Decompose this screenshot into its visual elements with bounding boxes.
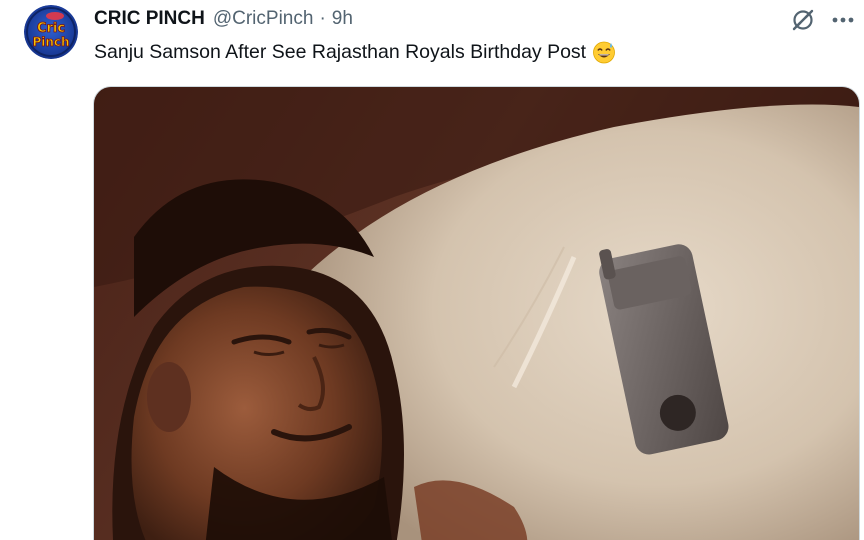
avatar-logo-bottom-text: Pinch bbox=[32, 35, 69, 49]
more-icon[interactable] bbox=[828, 6, 858, 34]
grinning-face-with-sweat-emoji bbox=[592, 40, 616, 64]
user-handle[interactable]: @CricPinch bbox=[213, 8, 314, 30]
display-name[interactable]: CRIC PINCH bbox=[94, 8, 205, 30]
avatar[interactable]: Cric Pinch bbox=[24, 5, 78, 59]
grok-icon[interactable] bbox=[789, 6, 817, 34]
avatar-logo-top-text: Cric bbox=[37, 21, 65, 36]
meme-photo bbox=[94, 87, 859, 540]
tweet-card[interactable]: Cric Pinch CRIC PINCH @CricPinch · 9h Sa… bbox=[0, 0, 864, 540]
timestamp[interactable]: 9h bbox=[332, 8, 353, 30]
cric-pinch-logo-icon: Cric Pinch bbox=[24, 5, 78, 59]
tweet-media-image[interactable] bbox=[93, 86, 860, 540]
tweet-header: CRIC PINCH @CricPinch · 9h bbox=[94, 7, 353, 31]
separator-dot: · bbox=[319, 8, 326, 29]
tweet-text: Sanju Samson After See Rajasthan Royals … bbox=[94, 41, 587, 63]
tweet-text-row: Sanju Samson After See Rajasthan Royals … bbox=[94, 40, 616, 64]
